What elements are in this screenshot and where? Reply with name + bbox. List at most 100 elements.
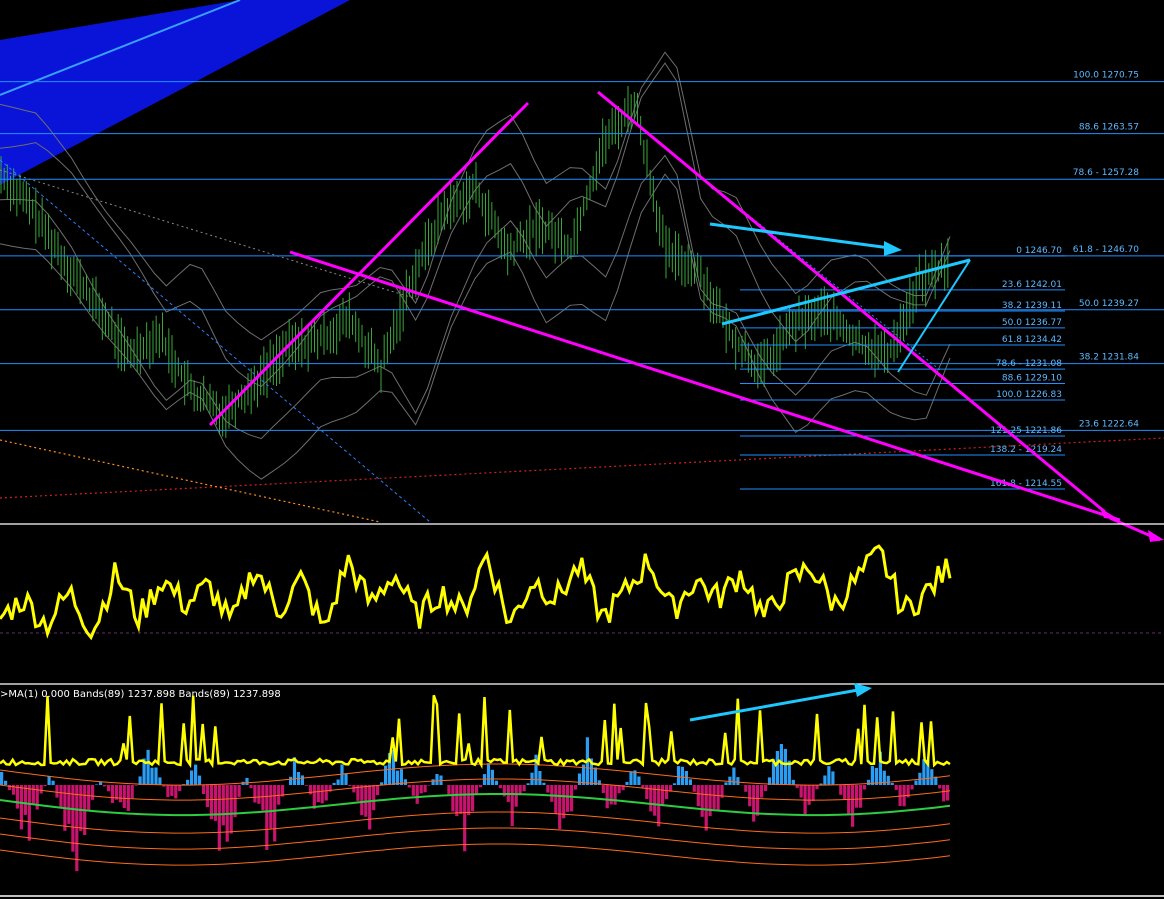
histogram-bar <box>894 785 898 790</box>
histogram-bar <box>862 785 867 790</box>
histogram-bar <box>704 785 708 831</box>
histogram-bar <box>403 779 407 785</box>
histogram-bar <box>300 775 304 785</box>
histogram-bar <box>102 785 107 787</box>
histogram-bar <box>641 785 645 788</box>
histogram-bar <box>423 785 427 793</box>
histogram-bar <box>95 784 99 785</box>
fib-label-right: 23.6 1222.64 <box>1079 419 1139 429</box>
histogram-bar <box>308 785 312 795</box>
histogram-bar <box>39 785 43 794</box>
histogram-bar <box>866 779 871 785</box>
histogram-bar <box>807 785 811 805</box>
fib-label-inner: 100.0 1226.83 <box>996 390 1062 400</box>
histogram-bar <box>605 785 609 809</box>
histogram-bar <box>831 771 835 785</box>
histogram-bar <box>47 776 51 785</box>
histogram-bar <box>799 785 803 798</box>
fib-label-inner: 23.6 1242.01 <box>1002 280 1062 290</box>
histogram-bar <box>15 785 19 809</box>
histogram-bar <box>550 785 554 802</box>
histogram-bar <box>376 785 380 795</box>
histogram-bar <box>368 785 372 830</box>
histogram-bar <box>407 785 411 788</box>
histogram-bar <box>724 782 728 785</box>
histogram-bar <box>843 785 847 800</box>
histogram-bar <box>312 785 316 809</box>
histogram-bar <box>253 785 257 803</box>
histogram-bar <box>716 785 720 812</box>
histogram-bar <box>467 785 471 816</box>
histogram-bar <box>775 751 779 785</box>
histogram-bar <box>31 785 35 805</box>
histogram-bar <box>261 785 265 811</box>
histogram-bar <box>827 766 831 785</box>
histogram-bar <box>938 785 942 789</box>
histogram-bar <box>395 770 399 785</box>
histogram-bar <box>645 785 649 799</box>
histogram-bar <box>229 785 233 834</box>
histogram-bar <box>19 785 23 830</box>
histogram-bar <box>728 776 732 785</box>
histogram-bar <box>890 783 894 785</box>
fib-label-right: 50.0 1239.27 <box>1079 299 1139 309</box>
histogram-bar <box>166 785 170 798</box>
histogram-bar <box>922 759 926 785</box>
histogram-bar <box>811 785 815 802</box>
histogram-bar <box>538 771 542 785</box>
histogram-bar <box>110 785 114 803</box>
histogram-bar <box>431 779 435 785</box>
histogram-bar <box>914 780 918 785</box>
fib-label-right: 88.6 1263.57 <box>1079 123 1139 133</box>
histogram-bar <box>0 771 4 785</box>
histogram-bar <box>665 785 669 800</box>
histogram-bar <box>154 767 158 785</box>
histogram-bar <box>269 785 273 829</box>
histogram-bar <box>217 785 221 851</box>
histogram-bar <box>372 785 376 811</box>
histogram-bar <box>194 764 198 785</box>
indicator-header: >MA(1) 0.000 Bands(89) 1237.898 Bands(89… <box>0 689 281 700</box>
fib-label-inner: 88.6 1229.10 <box>1002 374 1062 384</box>
histogram-bar <box>692 785 696 792</box>
histogram-bar <box>498 785 502 789</box>
histogram-bar <box>221 785 225 826</box>
histogram-bar <box>174 785 178 799</box>
histogram-bar <box>415 785 419 804</box>
histogram-bar <box>530 772 534 785</box>
histogram-bar <box>479 785 483 788</box>
histogram-bar <box>629 771 633 785</box>
histogram-bar <box>273 785 277 842</box>
histogram-bar <box>87 785 91 811</box>
histogram-bar <box>574 785 578 790</box>
histogram-bar <box>249 785 253 789</box>
histogram-bar <box>435 774 439 785</box>
histogram-bar <box>71 785 75 852</box>
histogram-bar <box>870 766 874 785</box>
histogram-bar <box>411 785 415 796</box>
fib-label-right: 61.8 - 1246.70 <box>1073 245 1139 255</box>
histogram-bar <box>324 785 328 801</box>
histogram-bar <box>23 785 27 815</box>
histogram-bar <box>427 785 431 786</box>
histogram-bar <box>134 785 138 786</box>
histogram-bar <box>558 785 562 830</box>
histogram-bar <box>696 785 700 807</box>
fib-label-right: 100.0 1270.75 <box>1073 71 1139 81</box>
histogram-bar <box>680 766 684 785</box>
histogram-bar <box>399 769 403 785</box>
histogram-bar <box>447 785 451 795</box>
histogram-bar <box>514 785 518 807</box>
histogram-bar <box>126 785 130 811</box>
histogram-bar <box>942 785 946 802</box>
histogram-bar <box>744 785 748 792</box>
histogram-bar <box>205 785 209 808</box>
histogram-bar <box>510 785 514 826</box>
fib-label-right: 78.6 - 1257.28 <box>1073 168 1139 178</box>
histogram-bar <box>851 785 855 827</box>
histogram-bar <box>637 776 641 785</box>
histogram-bar <box>336 779 340 785</box>
trading-chart: 100.0 1270.75 88.6 1263.57 78.6 - 1257.28 6… <box>0 0 1164 899</box>
histogram-bar <box>122 785 126 808</box>
histogram-bar <box>186 779 190 785</box>
